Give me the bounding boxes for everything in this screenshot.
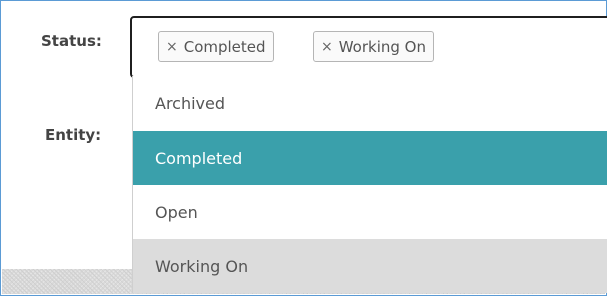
entity-label: Entity: bbox=[45, 126, 102, 144]
status-label: Status: bbox=[41, 32, 102, 50]
option-archived[interactable]: Archived bbox=[133, 76, 607, 131]
selected-tag-label: Working On bbox=[338, 37, 426, 56]
remove-tag-completed-icon[interactable]: × bbox=[166, 39, 178, 55]
option-open[interactable]: Open bbox=[133, 185, 607, 239]
status-dropdown-list: Archived Completed Open Working On bbox=[132, 76, 607, 293]
remove-tag-working-on-icon[interactable]: × bbox=[321, 39, 333, 55]
option-working-on[interactable]: Working On bbox=[133, 239, 607, 293]
form-panel: Status: Entity: × Completed × Working On… bbox=[0, 0, 607, 296]
selected-tag-completed: × Completed bbox=[158, 31, 274, 62]
selected-tag-working-on: × Working On bbox=[313, 31, 434, 62]
selected-tag-label: Completed bbox=[183, 37, 266, 56]
status-multiselect-input[interactable]: × Completed × Working On bbox=[130, 16, 607, 78]
option-completed[interactable]: Completed bbox=[133, 131, 607, 185]
